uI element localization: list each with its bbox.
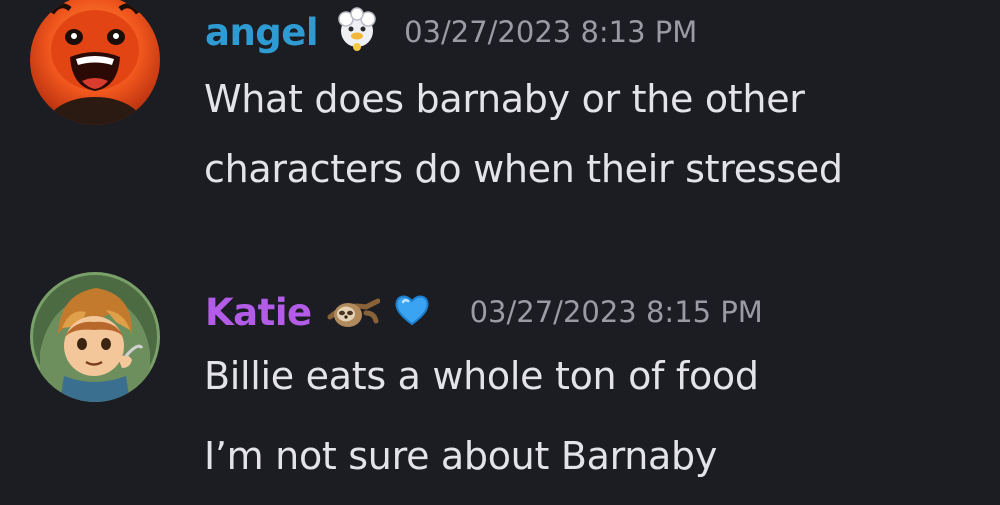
avatar[interactable] xyxy=(30,272,160,402)
brown-haired-character-avatar xyxy=(30,272,160,402)
message-body: Billie eats a whole ton of food I’m not … xyxy=(204,341,759,491)
orange-screaming-character-avatar xyxy=(30,0,160,125)
message-line: I’m not sure about Barnaby xyxy=(204,434,718,478)
message-timestamp[interactable]: 03/27/2023 8:15 PM xyxy=(470,295,763,329)
username[interactable]: angel xyxy=(205,11,319,54)
avatar[interactable] xyxy=(30,0,160,125)
message-line: What does barnaby or the other xyxy=(204,77,805,121)
message-header: Katie 03/27/2023 8:15 PM xyxy=(205,280,763,344)
sloth-emoji-icon xyxy=(326,287,381,337)
message-line: Billie eats a whole ton of food xyxy=(204,354,759,398)
chat-log: angel 03/27/2023 8:13 PM What does barna… xyxy=(0,0,1000,505)
message-header: angel 03/27/2023 8:13 PM xyxy=(205,0,697,64)
white-flower-duck-icon xyxy=(332,5,382,59)
message-body: What does barnaby or the other character… xyxy=(204,64,843,204)
blue-heart-icon xyxy=(392,290,432,334)
message-timestamp[interactable]: 03/27/2023 8:13 PM xyxy=(404,15,697,49)
username[interactable]: Katie xyxy=(205,291,312,334)
message-line: characters do when their stressed xyxy=(204,147,843,191)
